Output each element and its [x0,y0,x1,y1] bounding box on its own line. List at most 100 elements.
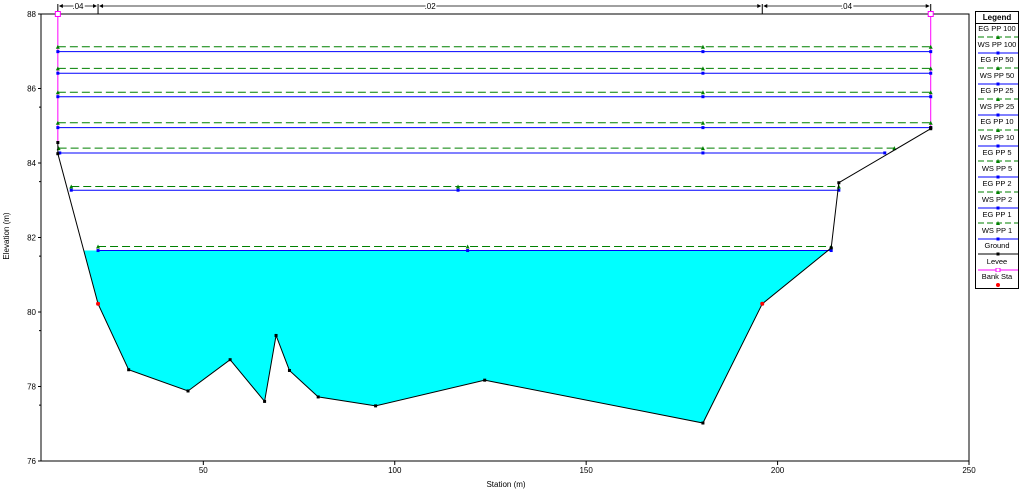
ground-point-3 [127,368,131,372]
series-marker-11-0 [69,188,73,192]
series-marker-3-1 [701,71,705,75]
legend-item: WS PP 2 [976,195,1018,211]
legend-label: WS PP 50 [979,70,1015,80]
legend-swatch-marker [995,267,1001,272]
legend-label: WS PP 25 [979,101,1015,111]
levee-marker-left [54,11,61,17]
legend-swatch [978,175,1018,178]
legend-swatch [978,267,1018,272]
series-marker-13-0 [96,249,100,253]
legend-swatch [978,252,1018,256]
legend: Legend EG PP 100 WS PP 100 EG PP 50 WS PP 5… [975,11,1019,289]
legend-item: EG PP 25 [976,86,1018,102]
ground-point-6 [263,399,267,403]
series-marker-9-1 [701,151,705,155]
legend-item: EG PP 5 [976,148,1018,164]
y-tick-label-0: 76 [27,457,36,466]
n-arrow-right-2 [925,4,930,8]
legend-items: EG PP 100 WS PP 100 EG PP 50 WS PP 50 EG PP … [976,24,1018,288]
ground-point-9 [316,395,320,399]
series-marker-13-2 [829,249,833,253]
ground-point-7 [274,333,278,337]
legend-swatch-marker [996,82,1000,85]
series-marker-5-0 [56,95,60,99]
x-axis-title: Station (m) [486,480,525,489]
n-value-label-0: .04 [72,2,84,11]
series-marker-11-1 [456,188,460,192]
y-tick-label-6: 88 [27,10,36,19]
legend-item: WS PP 5 [976,164,1018,180]
ground-point-0 [56,141,60,145]
legend-swatch-marker [996,237,1000,240]
legend-label: WS PP 100 [977,39,1017,49]
legend-item: Bank Sta [976,272,1018,288]
legend-label: Bank Sta [981,272,1013,281]
y-axis-title: Elevation (m) [2,212,11,259]
n-value-label-1: .02 [425,2,437,11]
legend-item: Levee [976,257,1018,273]
n-value-label-2: .04 [841,2,853,11]
ground-point-8 [287,368,291,372]
y-tick-label-3: 82 [27,234,36,243]
legend-swatch [978,35,1018,39]
ground-point-15 [837,181,841,185]
legend-item: WS PP 1 [976,226,1018,242]
legend-item: EG PP 50 [976,55,1018,71]
legend-swatch-marker [996,252,1000,256]
legend-label: WS PP 10 [979,132,1015,142]
legend-item: EG PP 100 [976,24,1018,40]
legend-label: EG PP 100 [978,24,1016,33]
ground-point-5 [228,358,232,362]
x-tick-label-0: 50 [199,466,208,475]
legend-swatch [978,82,1018,85]
n-arrow-right-1 [757,4,762,8]
legend-item: WS PP 25 [976,102,1018,118]
ground-point-12 [701,421,705,425]
plot-area [38,4,970,465]
legend-item: Ground [976,241,1018,257]
series-marker-5-1 [701,95,705,99]
series-marker-5-2 [929,95,933,99]
legend-item: EG PP 2 [976,179,1018,195]
n-arrow-right-0 [93,4,98,8]
x-tick-label-1: 100 [388,466,402,475]
legend-label: EG PP 5 [982,148,1012,157]
legend-label: Ground [984,241,1010,250]
legend-swatch [978,206,1018,209]
legend-swatch [978,144,1018,147]
series-marker-3-0 [56,71,60,75]
ground-point-1 [56,152,60,156]
ground-point-17 [929,126,933,130]
ground-point-10 [374,404,378,408]
series-marker-13-1 [466,249,470,253]
legend-item: WS PP 100 [976,40,1018,56]
legend-item: WS PP 10 [976,133,1018,149]
series-marker-12-1 [465,244,470,249]
bank-station-point-0 [96,301,101,306]
legend-title: Legend [976,12,1018,24]
n-arrow-left-0 [58,4,63,8]
ground-point-4 [186,389,190,393]
legend-swatch [978,113,1018,116]
x-tick-label-2: 150 [579,466,593,475]
y-tick-label-5: 86 [27,85,36,94]
legend-label: WS PP 1 [981,225,1013,235]
series-marker-1-0 [56,50,60,54]
legend-swatch [978,190,1018,194]
ground-point-11 [483,378,487,382]
legend-swatch [978,128,1018,132]
legend-label: Levee [986,256,1008,266]
bank-station-point-1 [760,301,765,306]
legend-swatch-marker [996,51,1000,54]
legend-label: EG PP 2 [982,179,1012,188]
legend-swatch [978,221,1018,225]
plot-frame [40,13,970,462]
legend-label: EG PP 10 [980,117,1014,126]
series-marker-1-2 [929,50,933,54]
series-marker-7-1 [701,126,705,130]
y-tick-label-1: 78 [27,383,36,392]
ground-point-14 [829,246,833,250]
n-arrow-left-2 [763,4,768,8]
legend-item: EG PP 10 [976,117,1018,133]
legend-swatch-marker [996,175,1000,178]
